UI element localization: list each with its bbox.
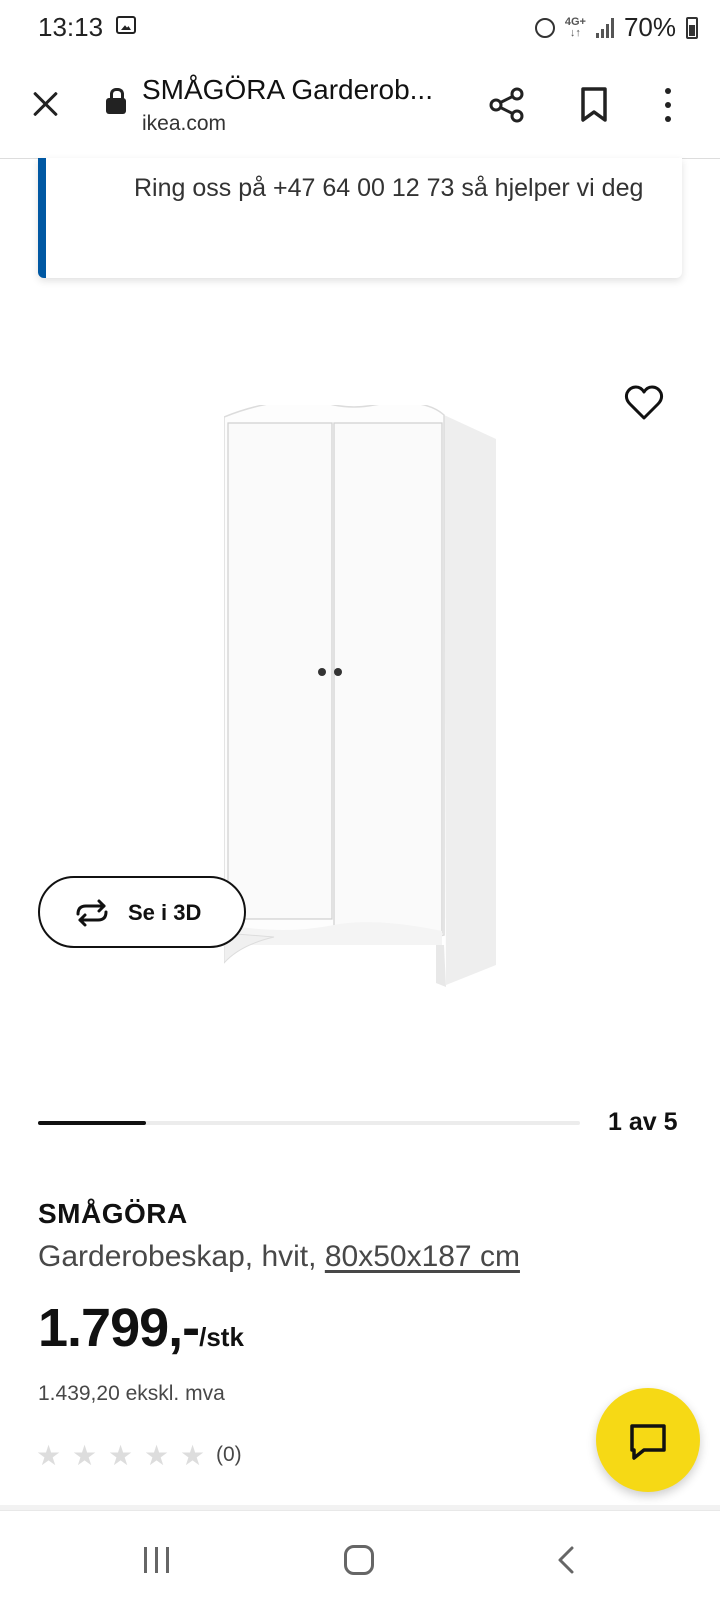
star-icon: ★ (180, 1440, 206, 1471)
gallery-notification-icon (116, 16, 136, 34)
product-type: Garderobeskap, hvit, (38, 1240, 325, 1273)
status-time: 13:13 (38, 12, 104, 42)
network-type: 4G+ ↓↑ (564, 15, 586, 39)
home-icon[interactable] (344, 1545, 374, 1575)
price-unit: /stk (199, 1322, 244, 1352)
review-count[interactable]: (0) (216, 1443, 242, 1467)
bookmark-icon[interactable] (578, 86, 610, 124)
product-price: 1.799,-/stk (38, 1297, 244, 1359)
price-excl-vat: 1.439,20 ekskl. mva (38, 1382, 225, 1405)
recent-apps-icon[interactable] (144, 1547, 174, 1573)
star-icon: ★ (36, 1440, 62, 1471)
battery-icon (686, 16, 698, 39)
product-description: Garderobeskap, hvit, 80x50x187 cm (38, 1240, 520, 1274)
chat-icon (630, 1424, 666, 1460)
lock-icon (106, 88, 126, 114)
star-icon: ★ (108, 1440, 134, 1471)
more-vertical-icon[interactable] (660, 86, 676, 124)
signal-icon (595, 17, 614, 38)
carousel-progress-fill (38, 1121, 147, 1125)
product-image[interactable] (224, 405, 508, 1003)
system-nav-bar (0, 1505, 720, 1601)
heart-icon[interactable] (624, 384, 664, 422)
carousel-progress-track[interactable] (38, 1121, 580, 1125)
chat-button[interactable] (596, 1388, 700, 1492)
star-icon: ★ (144, 1440, 170, 1471)
carousel-counter: 1 av 5 (608, 1108, 678, 1136)
status-indicators: 4G+ ↓↑ 70% (534, 12, 698, 43)
price-value: 1.799,- (38, 1298, 200, 1358)
rotate-3d-icon (76, 899, 108, 927)
rating-stars[interactable]: ★ ★ ★ ★ ★ (36, 1442, 208, 1470)
star-icon: ★ (72, 1440, 98, 1471)
product-dimensions-link[interactable]: 80x50x187 cm (325, 1240, 520, 1273)
alarm-icon (534, 17, 555, 38)
view-3d-label: Se i 3D (128, 900, 202, 925)
page-domain[interactable]: ikea.com (142, 112, 226, 136)
info-banner-text: Ring oss på +47 64 00 12 73 så hjelper v… (134, 174, 644, 202)
browser-toolbar: SMÅGÖRA Garderob... ikea.com (0, 52, 720, 159)
page-title[interactable]: SMÅGÖRA Garderob... (142, 74, 442, 106)
close-icon[interactable] (28, 86, 64, 122)
view-3d-button[interactable]: Se i 3D (38, 876, 246, 948)
status-bar: 13:13 4G+ ↓↑ 70% (0, 0, 720, 52)
back-icon[interactable] (552, 1545, 582, 1575)
battery-percent: 70% (623, 12, 676, 42)
share-icon[interactable] (488, 86, 526, 124)
product-name: SMÅGÖRA (38, 1198, 188, 1229)
